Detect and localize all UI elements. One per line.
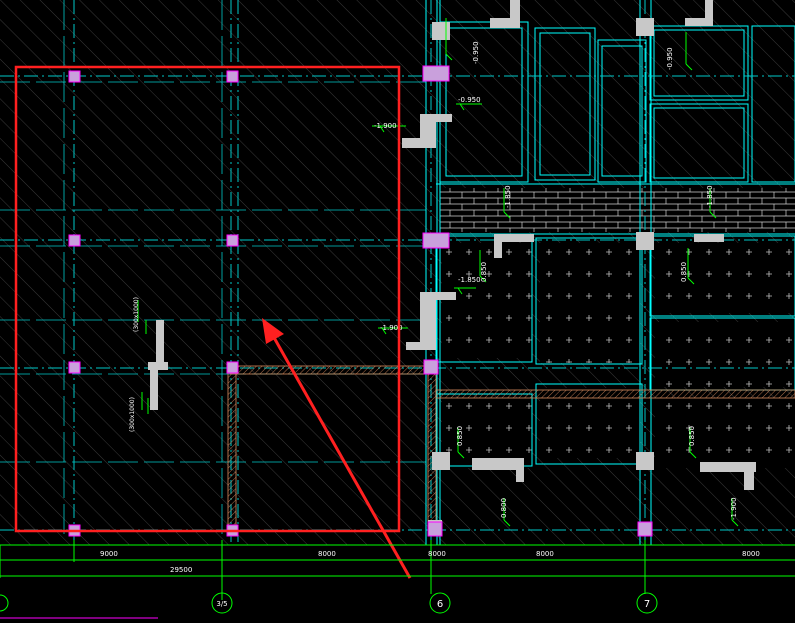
dimension-total: 29500 <box>170 566 192 574</box>
elevation-label: -1.850 <box>504 185 512 208</box>
elevation-label: -0.950 <box>666 47 674 70</box>
beam-size-label: (300x1000) <box>133 297 140 332</box>
slab-panels <box>442 243 795 468</box>
axis-bubble-label: 7 <box>644 599 650 610</box>
dimension-lines <box>0 540 795 600</box>
dimension-texts: 9000 8000 8000 8000 8000 29500 <box>100 550 760 574</box>
brick-band <box>440 188 795 232</box>
elevation-label: -1.850 <box>458 276 481 284</box>
axis-bubble-label: 6 <box>437 599 443 610</box>
elevation-label: -1.850 <box>706 185 714 208</box>
dimension-value: 8000 <box>536 550 554 558</box>
elevation-label: -1.900 <box>730 497 738 520</box>
elevation-label: -1.900 <box>374 122 397 130</box>
cad-drawing-canvas[interactable]: -0.950 -0.950 -0.950 -1.900 -1.900 -1.90… <box>0 0 795 623</box>
elevation-label: 0.800 <box>500 498 508 518</box>
dimension-value: 8000 <box>742 550 760 558</box>
axis-bubbles: 3/5 6 7 <box>0 592 658 614</box>
axis-bubble-label: 3/5 <box>216 600 227 608</box>
elevation-label: -0.950 <box>458 96 481 104</box>
dimension-value: 9000 <box>100 550 118 558</box>
elevation-label: 0.850 <box>456 426 464 446</box>
beam-size-label: (300x1000) <box>129 397 136 432</box>
elevation-label: 0.850 <box>680 262 688 282</box>
elevation-label: 0.850 <box>688 426 696 446</box>
elevation-label: 0.850 <box>480 262 488 282</box>
elevation-label: -0.950 <box>472 41 480 64</box>
dimension-value: 8000 <box>318 550 336 558</box>
dimension-value: 8000 <box>428 550 446 558</box>
